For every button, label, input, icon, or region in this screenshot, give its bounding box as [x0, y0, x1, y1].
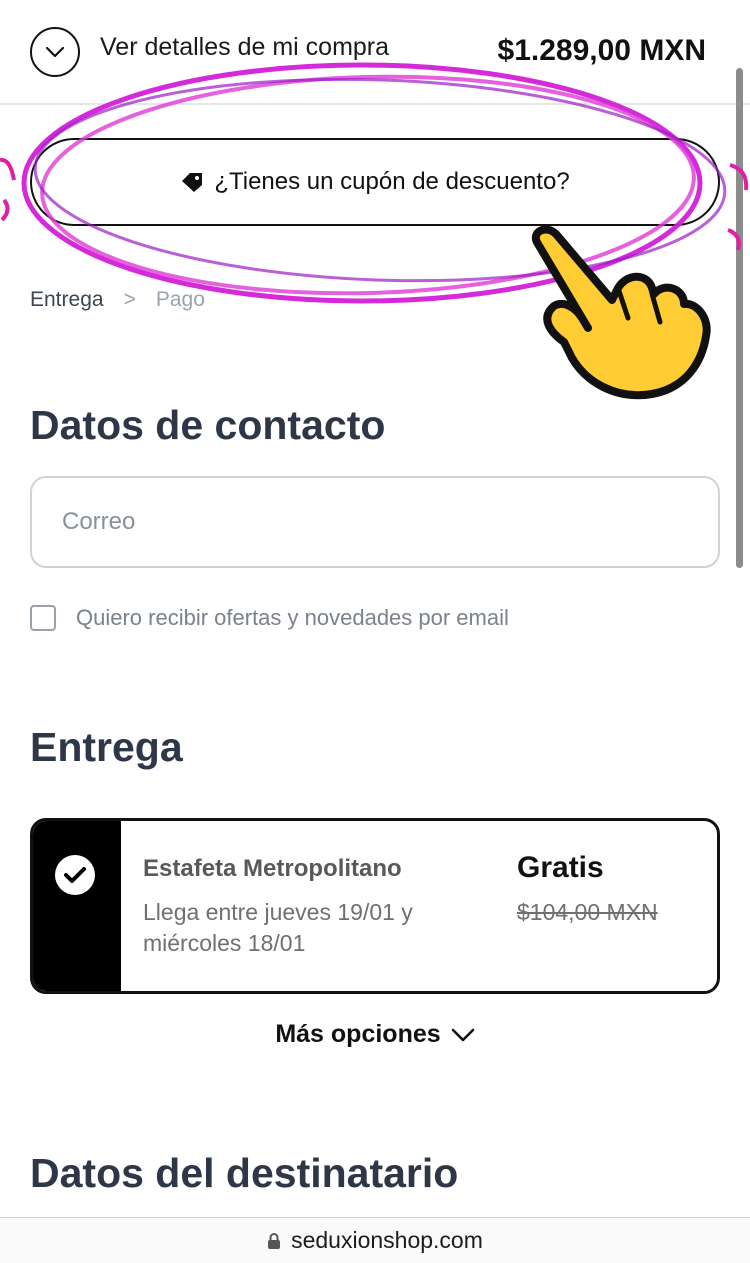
contact-heading: Datos de contacto	[30, 402, 386, 448]
more-options-button[interactable]: Más opciones	[0, 1020, 750, 1049]
scrollbar[interactable]	[736, 68, 743, 568]
delivery-heading: Entrega	[30, 724, 183, 770]
newsletter-checkbox[interactable]	[30, 605, 56, 631]
order-summary-label[interactable]: Ver detalles de mi compra	[100, 33, 389, 62]
chevron-down-icon	[45, 46, 65, 58]
shipping-option[interactable]: Estafeta Metropolitano Llega entre jueve…	[30, 818, 720, 994]
coupon-label: ¿Tienes un cupón de descuento?	[214, 168, 570, 195]
more-options-label: Más opciones	[275, 1020, 441, 1048]
recipient-heading: Datos del destinatario	[30, 1150, 459, 1196]
check-icon	[55, 855, 95, 895]
order-summary-toggle[interactable]	[30, 27, 80, 77]
lock-icon	[268, 1232, 281, 1249]
breadcrumb-next: Pago	[155, 288, 205, 311]
shipping-carrier-name: Estafeta Metropolitano	[143, 855, 402, 882]
coupon-button[interactable]: ¿Tienes un cupón de descuento?	[30, 138, 720, 226]
breadcrumb-current: Entrega	[30, 288, 104, 311]
browser-address-bar[interactable]: seduxionshop.com	[0, 1217, 750, 1263]
shipping-original-price: $104,00 MXN	[517, 899, 658, 925]
tag-icon	[180, 171, 206, 193]
shipping-option-selected-bar	[33, 821, 121, 991]
order-total: $1.289,00 MXN	[497, 34, 706, 67]
header-divider	[0, 103, 750, 105]
breadcrumb-separator: >	[123, 288, 136, 311]
email-field[interactable]	[30, 476, 720, 568]
newsletter-label[interactable]: Quiero recibir ofertas y novedades por e…	[76, 605, 509, 631]
pointing-hand-icon	[532, 225, 711, 400]
shipping-price: Gratis	[517, 851, 604, 884]
chevron-down-icon	[451, 1028, 474, 1041]
breadcrumb: Entrega > Pago	[30, 288, 205, 312]
browser-domain: seduxionshop.com	[291, 1227, 483, 1253]
shipping-eta: Llega entre jueves 19/01 y miércoles 18/…	[143, 899, 413, 956]
